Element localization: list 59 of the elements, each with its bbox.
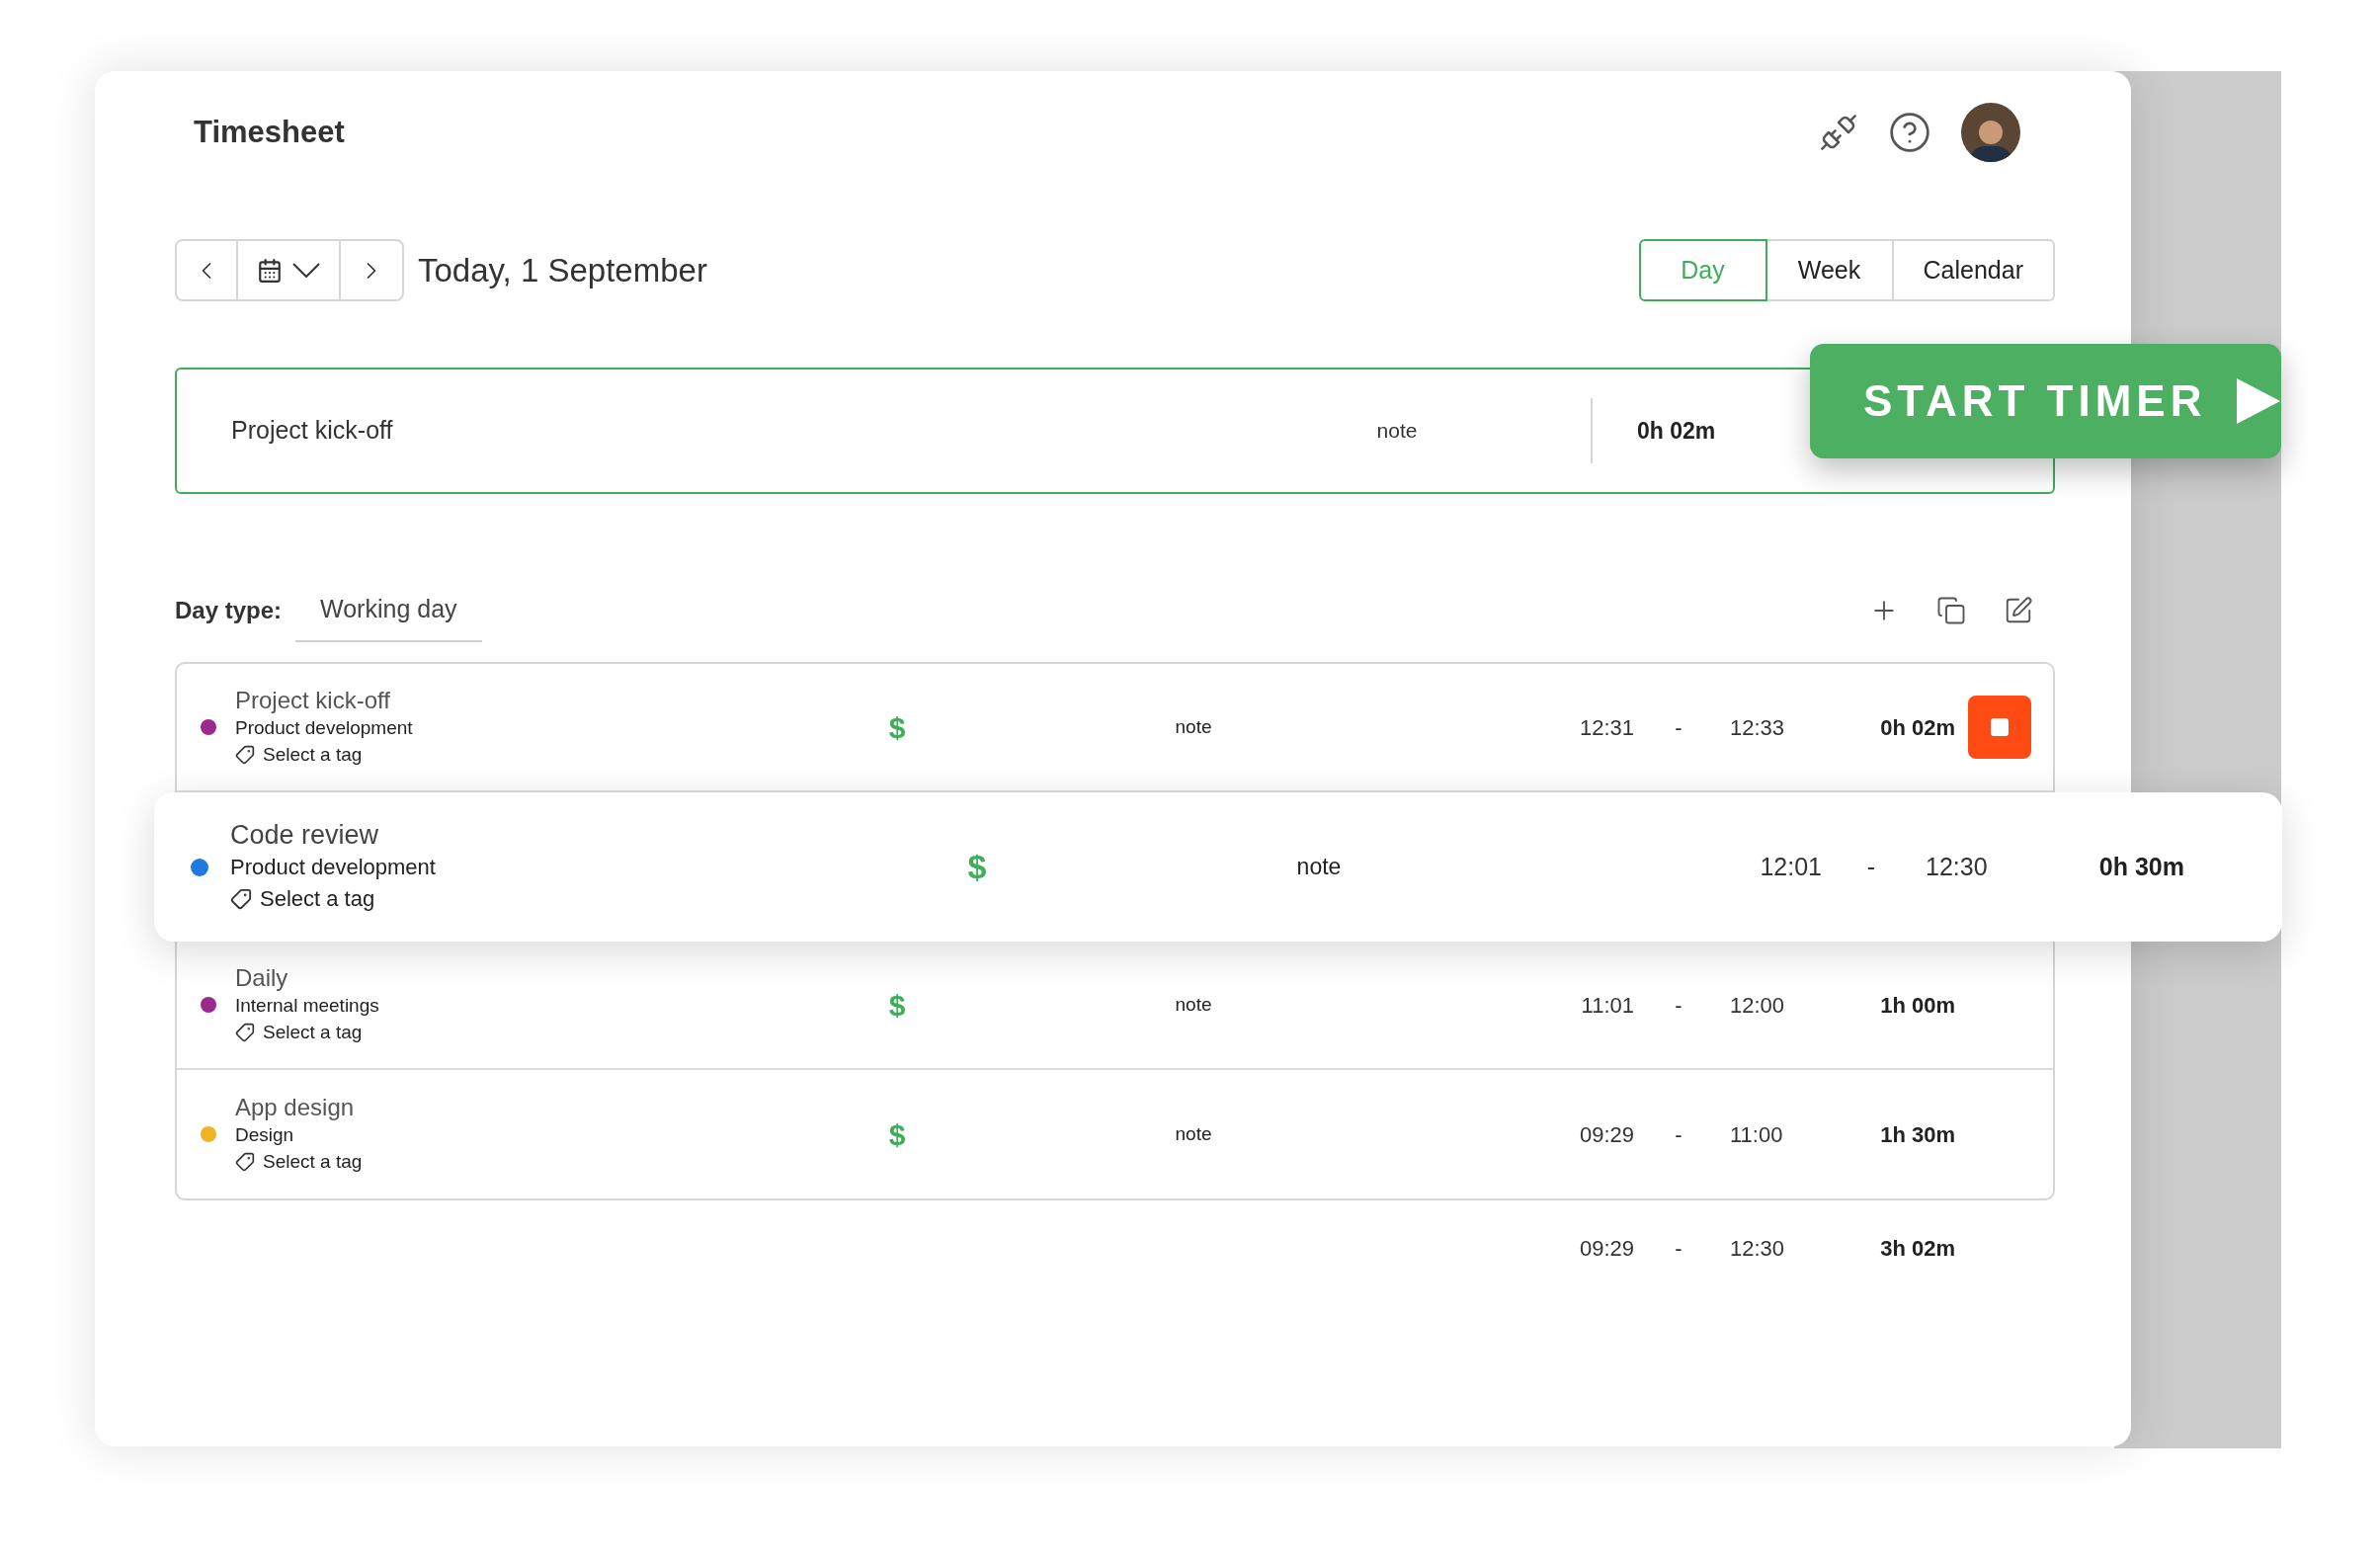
duration-text: 0h 02m [1880,713,1955,742]
duration-text: 1h 30m [1880,1120,1955,1149]
day-type-select[interactable]: Working day [295,585,482,642]
stop-button[interactable] [1968,696,2031,759]
duration-text: 3h 02m [1880,1234,1955,1263]
end-time[interactable]: 11:00 [1730,1121,1783,1147]
timer-task-field[interactable]: Project kick-off [231,412,1219,450]
copy-icon[interactable] [1936,596,1966,625]
timer-duration: 0h 02m [1637,416,1716,446]
start-time[interactable]: 12:31 [1579,710,1634,744]
task-name: Project kick-off [235,685,391,715]
task-name: Daily [235,962,289,993]
project-name: Design [235,1122,295,1147]
tag-select[interactable]: Select a tag [263,1018,363,1047]
start-time[interactable]: 09:29 [1579,1231,1634,1265]
task-name: Code review [230,819,380,852]
project-name: Internal meetings [235,993,380,1018]
tag-select[interactable]: Select a tag [260,882,375,915]
project-name: Product development [235,715,414,740]
day-type-label: Day type: [175,596,283,625]
tag-icon [235,1152,255,1173]
edit-icon[interactable] [2004,596,2033,625]
time-separator: - [1675,713,1682,742]
end-time[interactable]: 12:00 [1730,992,1785,1018]
duration-text: 1h 00m [1880,991,1955,1020]
tag-icon [235,745,255,766]
date-label: Today, 1 September [418,250,707,290]
view-tab[interactable]: Calendar [1891,239,2055,301]
view-tab[interactable]: Week [1764,239,1894,301]
note-text[interactable]: note [1175,990,1212,1020]
tag-icon [235,1023,255,1043]
start-time[interactable]: 12:01 [1760,848,1822,886]
project-name: Product development [230,853,437,881]
task-name: App design [235,1092,356,1122]
plug-icon[interactable] [1819,113,1858,152]
time-separator: - [1675,991,1682,1020]
calendar-icon [257,257,283,284]
note-text[interactable]: note [1175,1119,1212,1149]
end-time[interactable]: 12:33 [1730,714,1785,740]
user-avatar[interactable] [1961,103,2020,162]
time-separator: - [1866,851,1876,882]
chevron-down-icon [292,263,320,278]
note-text[interactable]: note [1296,850,1342,884]
help-icon[interactable] [1888,111,1931,154]
time-separator: - [1675,1120,1682,1149]
tag-select[interactable]: Select a tag [263,740,363,770]
end-time[interactable]: 12:30 [1730,1235,1785,1261]
duration-text: 0h 30m [2098,851,2184,882]
tag-icon [230,887,252,910]
start-time[interactable]: 09:29 [1579,1117,1634,1151]
play-icon [2236,378,2280,424]
tag-select[interactable]: Select a tag [263,1147,363,1177]
note-text[interactable]: note [1175,712,1212,742]
page-title: Timesheet [194,113,345,151]
end-time[interactable]: 12:30 [1926,852,1988,880]
stop-icon [1991,718,2009,736]
start-time[interactable]: 11:01 [1581,988,1634,1022]
timer-note-field[interactable]: note [1219,415,1575,447]
time-separator: - [1675,1234,1682,1263]
